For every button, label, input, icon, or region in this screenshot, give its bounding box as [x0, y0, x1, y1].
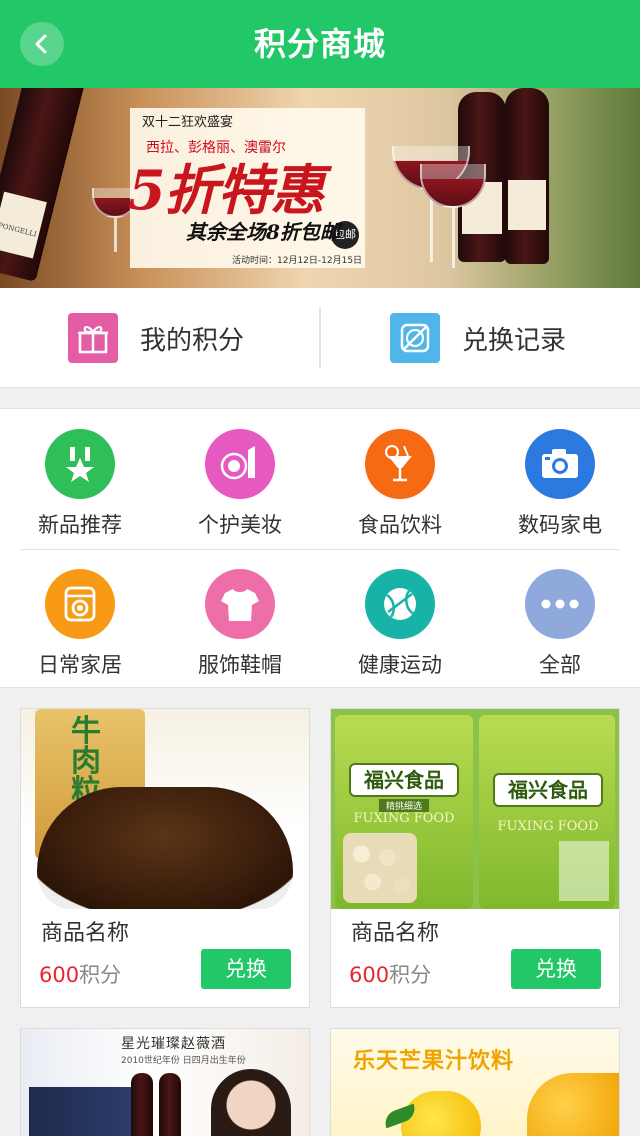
wine-bottle-image [505, 88, 549, 264]
category-food[interactable]: 食品饮料 [320, 429, 480, 539]
banner-line2: 西拉、彭格丽、澳雷尔 [146, 140, 286, 156]
redeem-button[interactable]: 兑换 [201, 949, 291, 989]
package-text: 福兴食品 [493, 773, 603, 807]
points-value: 600 [39, 963, 80, 987]
product-image: 星光璀璨赵薇酒 2010世纪年份 日四月出生年份 [21, 1029, 309, 1136]
no-record-icon [390, 313, 440, 363]
camera-icon [525, 429, 595, 499]
basketball-icon [365, 569, 435, 639]
product-price: 600积分 [39, 959, 121, 989]
category-label: 服饰鞋帽 [198, 653, 282, 677]
points-unit: 积分 [79, 963, 122, 987]
category-label: 全部 [539, 653, 581, 677]
category-label: 数码家电 [518, 513, 602, 537]
lotus-seed-window [343, 833, 417, 903]
category-sports[interactable]: 健康运动 [320, 569, 480, 679]
bottle-label: PONGELLI [0, 191, 47, 259]
exchange-record-link[interactable]: 兑换记录 [390, 313, 566, 363]
category-all[interactable]: 全部 [480, 569, 640, 679]
divider [20, 549, 620, 550]
product-card[interactable]: 星光璀璨赵薇酒 2010世纪年份 日四月出生年份 [20, 1028, 310, 1136]
category-label: 个护美妆 [198, 513, 282, 537]
points-unit: 积分 [389, 963, 432, 987]
wine-bottle-image [159, 1073, 181, 1136]
category-label: 食品饮料 [358, 513, 442, 537]
package-image: 福兴食品 FUXING FOOD [479, 715, 615, 909]
tshirt-icon [205, 569, 275, 639]
compact-lipstick-icon [205, 429, 275, 499]
washing-machine-icon [45, 569, 115, 639]
medal-star-icon [45, 429, 115, 499]
my-points-label: 我的积分 [140, 325, 245, 356]
bottle-label-text: PONGELLI [0, 221, 38, 239]
glass-stem [452, 208, 455, 268]
divider [319, 308, 321, 368]
category-beauty[interactable]: 个护美妆 [160, 429, 320, 539]
package-text: 福兴食品 [349, 763, 459, 797]
wine-bottle-image: PONGELLI [0, 88, 91, 282]
page-title: 积分商城 [253, 25, 386, 63]
product-price: 600积分 [349, 959, 431, 989]
category-label: 新品推荐 [38, 513, 122, 537]
points-value: 600 [349, 963, 390, 987]
juice-glass-image [527, 1073, 619, 1136]
nutrition-table [559, 841, 609, 901]
banner-subtitle: 其余全场8折包邮 [186, 220, 340, 244]
cocktail-icon [365, 429, 435, 499]
category-digital[interactable]: 数码家电 [480, 429, 640, 539]
product-image: 牛肉粒 [21, 709, 309, 909]
product-image-title: 星光璀璨赵薇酒 [121, 1036, 226, 1052]
package-english: FUXING FOOD [497, 819, 599, 834]
gift-icon [68, 313, 118, 363]
category-label: 健康运动 [358, 653, 442, 677]
glass-stem [114, 218, 117, 252]
product-image-title: 乐天芒果汁饮料 [353, 1049, 515, 1074]
more-dots-icon [525, 569, 595, 639]
celebrity-image [211, 1069, 291, 1136]
product-card[interactable]: 福兴食品 精挑细选 FUXING FOOD 福兴食品 FUXING FOOD 商… [330, 708, 620, 1008]
product-image: 乐天芒果汁饮料 [331, 1029, 619, 1136]
my-points-link[interactable]: 我的积分 [68, 313, 244, 363]
product-card[interactable]: 牛肉粒 商品名称 600积分 兑换 [20, 708, 310, 1008]
product-name: 商品名称 [351, 921, 440, 946]
wine-bottle-image [131, 1073, 153, 1136]
banner-line1: 双十二狂欢盛宴 [142, 115, 234, 130]
redeem-button[interactable]: 兑换 [511, 949, 601, 989]
beef-bowl-image [37, 787, 293, 909]
product-image: 福兴食品 精挑细选 FUXING FOOD 福兴食品 FUXING FOOD [331, 709, 619, 909]
banner-date: 活动时间：12月12日-12月15日 [232, 256, 363, 266]
category-new[interactable]: 新品推荐 [0, 429, 160, 539]
banner-headline: 5折特惠 [128, 158, 325, 222]
bottle-label [508, 180, 546, 230]
category-apparel[interactable]: 服饰鞋帽 [160, 569, 320, 679]
exchange-record-label: 兑换记录 [462, 325, 567, 356]
category-label: 日常家居 [38, 653, 122, 677]
category-grid: 新品推荐 个护美妆 食品饮料 数码家电 日常家居 服饰鞋帽 健康运动 全部 [0, 408, 640, 688]
product-image-subtitle: 2010世纪年份 日四月出生年份 [121, 1056, 246, 1066]
header-bar: 积分商城 [0, 0, 640, 88]
category-home[interactable]: 日常家居 [0, 569, 160, 679]
quick-links: 我的积分 兑换记录 [0, 288, 640, 388]
gift-box-image [29, 1087, 139, 1136]
product-name: 商品名称 [41, 921, 130, 946]
package-image: 福兴食品 精挑细选 FUXING FOOD [335, 715, 473, 909]
package-english: FUXING FOOD [353, 811, 455, 826]
promo-banner[interactable]: PONGELLI 双十二狂欢盛宴 西拉、彭格丽、澳雷尔 5折特惠 包邮 其余全场… [0, 88, 640, 288]
product-card[interactable]: 乐天芒果汁饮料 [330, 1028, 620, 1136]
